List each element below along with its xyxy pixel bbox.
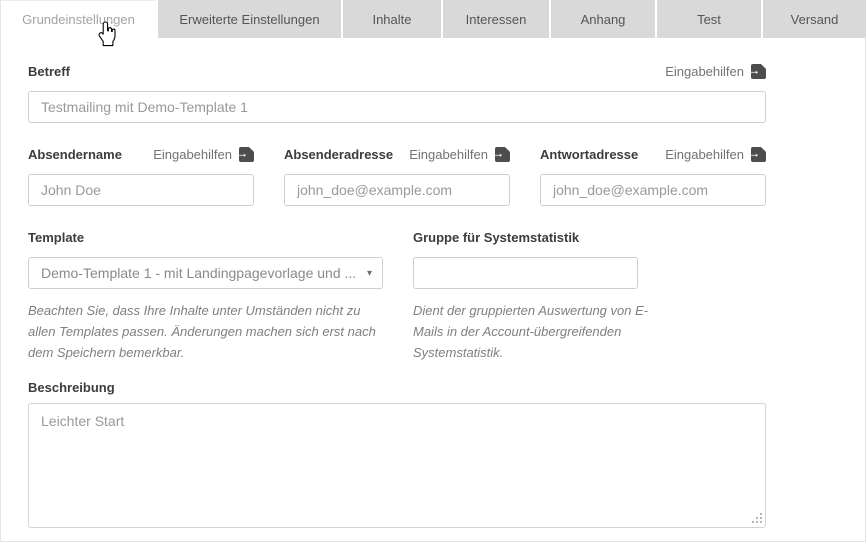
arrow-into-page-icon (495, 147, 510, 162)
tab-versand[interactable]: Versand (763, 0, 866, 38)
eingabehilfen-label: Eingabehilfen (665, 147, 744, 162)
gruppe-field: Gruppe für Systemstatistik Dient der gru… (413, 230, 666, 363)
absendername-eingabehilfen-link[interactable]: Eingabehilfen (153, 147, 254, 162)
absenderadresse-eingabehilfen-link[interactable]: Eingabehilfen (409, 147, 510, 162)
template-selected-option: Demo-Template 1 - mit Landingpagevorlage… (41, 265, 356, 281)
chevron-down-icon: ▾ (367, 268, 372, 279)
arrow-into-page-icon (751, 64, 766, 79)
betreff-section: Betreff Eingabehilfen (28, 64, 766, 123)
betreff-eingabehilfen-link[interactable]: Eingabehilfen (665, 64, 766, 79)
absendername-label: Absendername (28, 147, 122, 162)
absenderadresse-field: Absenderadresse Eingabehilfen (284, 147, 510, 206)
eingabehilfen-label: Eingabehilfen (409, 147, 488, 162)
gruppe-input[interactable] (413, 257, 638, 289)
tab-inhalte[interactable]: Inhalte (343, 0, 441, 38)
betreff-label: Betreff (28, 64, 70, 79)
template-label: Template (28, 230, 84, 245)
absendername-field: Absendername Eingabehilfen (28, 147, 254, 206)
antwortadresse-eingabehilfen-link[interactable]: Eingabehilfen (665, 147, 766, 162)
template-help-text: Beachten Sie, dass Ihre Inhalte unter Um… (28, 300, 383, 363)
tab-grundeinstellungen[interactable]: Grundeinstellungen (0, 0, 156, 38)
beschreibung-textarea[interactable]: Leichter Start (28, 403, 766, 528)
absenderadresse-label: Absenderadresse (284, 147, 393, 162)
tab-interessen[interactable]: Interessen (443, 0, 549, 38)
antwortadresse-field: Antwortadresse Eingabehilfen (540, 147, 766, 206)
arrow-into-page-icon (751, 147, 766, 162)
gruppe-label: Gruppe für Systemstatistik (413, 230, 579, 245)
beschreibung-label: Beschreibung (28, 380, 115, 395)
absenderadresse-input[interactable] (284, 174, 510, 206)
template-field: Template Demo-Template 1 - mit Landingpa… (28, 230, 383, 363)
arrow-into-page-icon (239, 147, 254, 162)
eingabehilfen-label: Eingabehilfen (153, 147, 232, 162)
antwortadresse-label: Antwortadresse (540, 147, 638, 162)
tab-test[interactable]: Test (657, 0, 761, 38)
gruppe-help-text: Dient der gruppierten Auswertung von E-M… (413, 300, 663, 363)
grundeinstellungen-panel: Betreff Eingabehilfen Absendername Einga… (0, 38, 866, 542)
template-row: Template Demo-Template 1 - mit Landingpa… (28, 230, 766, 363)
tab-erweiterte-einstellungen[interactable]: Erweiterte Einstellungen (158, 0, 341, 38)
tab-anhang[interactable]: Anhang (551, 0, 655, 38)
antwortadresse-input[interactable] (540, 174, 766, 206)
beschreibung-section: Beschreibung Leichter Start (28, 380, 766, 528)
betreff-input[interactable] (28, 91, 766, 123)
eingabehilfen-label: Eingabehilfen (665, 64, 744, 79)
absendername-input[interactable] (28, 174, 254, 206)
settings-tabbar: Grundeinstellungen Erweiterte Einstellun… (0, 0, 866, 38)
textarea-resize-handle[interactable] (760, 521, 762, 523)
template-select[interactable]: Demo-Template 1 - mit Landingpagevorlage… (28, 257, 383, 289)
sender-row: Absendername Eingabehilfen Absenderadres… (28, 147, 766, 206)
